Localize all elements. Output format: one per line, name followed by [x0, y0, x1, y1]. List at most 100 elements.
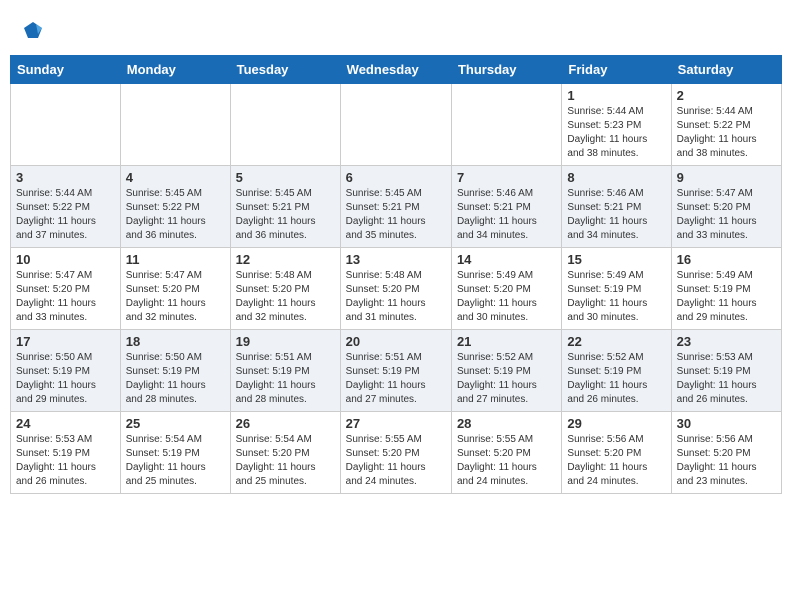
calendar-cell: [120, 84, 230, 166]
column-header-friday: Friday: [562, 56, 671, 84]
day-info: Sunrise: 5:54 AM Sunset: 5:20 PM Dayligh…: [236, 433, 335, 489]
day-number: 9: [677, 170, 776, 185]
calendar-cell: 9 Sunrise: 5:47 AM Sunset: 5:20 PM Daylig…: [671, 166, 781, 248]
calendar-cell: 27 Sunrise: 5:55 AM Sunset: 5:20 PM Dayli…: [340, 412, 451, 494]
day-number: 26: [236, 416, 335, 431]
column-header-monday: Monday: [120, 56, 230, 84]
day-number: 27: [346, 416, 446, 431]
calendar-cell: 12 Sunrise: 5:48 AM Sunset: 5:20 PM Dayli…: [230, 248, 340, 330]
column-header-saturday: Saturday: [671, 56, 781, 84]
calendar-cell: 10 Sunrise: 5:47 AM Sunset: 5:20 PM Dayli…: [11, 248, 121, 330]
day-info: Sunrise: 5:49 AM Sunset: 5:19 PM Dayligh…: [567, 269, 665, 325]
day-info: Sunrise: 5:49 AM Sunset: 5:19 PM Dayligh…: [677, 269, 776, 325]
day-number: 13: [346, 252, 446, 267]
day-number: 29: [567, 416, 665, 431]
day-info: Sunrise: 5:55 AM Sunset: 5:20 PM Dayligh…: [346, 433, 446, 489]
calendar-cell: 7 Sunrise: 5:46 AM Sunset: 5:21 PM Daylig…: [451, 166, 561, 248]
day-info: Sunrise: 5:51 AM Sunset: 5:19 PM Dayligh…: [346, 351, 446, 407]
calendar-week-row: 24 Sunrise: 5:53 AM Sunset: 5:19 PM Dayli…: [11, 412, 782, 494]
day-number: 10: [16, 252, 115, 267]
calendar-cell: 3 Sunrise: 5:44 AM Sunset: 5:22 PM Daylig…: [11, 166, 121, 248]
day-number: 16: [677, 252, 776, 267]
day-number: 30: [677, 416, 776, 431]
calendar-cell: 6 Sunrise: 5:45 AM Sunset: 5:21 PM Daylig…: [340, 166, 451, 248]
calendar-cell: 11 Sunrise: 5:47 AM Sunset: 5:20 PM Dayli…: [120, 248, 230, 330]
calendar-table: SundayMondayTuesdayWednesdayThursdayFrid…: [10, 55, 782, 494]
calendar-week-row: 1 Sunrise: 5:44 AM Sunset: 5:23 PM Daylig…: [11, 84, 782, 166]
day-info: Sunrise: 5:46 AM Sunset: 5:21 PM Dayligh…: [567, 187, 665, 243]
day-number: 1: [567, 88, 665, 103]
calendar-cell: 21 Sunrise: 5:52 AM Sunset: 5:19 PM Dayli…: [451, 330, 561, 412]
calendar-cell: 8 Sunrise: 5:46 AM Sunset: 5:21 PM Daylig…: [562, 166, 671, 248]
calendar-cell: 23Sunrise: 5:53 AM Sunset: 5:19 PM Dayli…: [671, 330, 781, 412]
day-number: 6: [346, 170, 446, 185]
calendar-cell: 22 Sunrise: 5:52 AM Sunset: 5:19 PM Dayli…: [562, 330, 671, 412]
calendar-cell: 4Sunrise: 5:45 AM Sunset: 5:22 PM Daylig…: [120, 166, 230, 248]
day-info: Sunrise: 5:47 AM Sunset: 5:20 PM Dayligh…: [16, 269, 115, 325]
calendar-cell: 24 Sunrise: 5:53 AM Sunset: 5:19 PM Dayli…: [11, 412, 121, 494]
column-header-wednesday: Wednesday: [340, 56, 451, 84]
day-info: Sunrise: 5:48 AM Sunset: 5:20 PM Dayligh…: [236, 269, 335, 325]
day-number: 22: [567, 334, 665, 349]
day-info: Sunrise: 5:44 AM Sunset: 5:22 PM Dayligh…: [16, 187, 115, 243]
day-number: 3: [16, 170, 115, 185]
day-number: 5: [236, 170, 335, 185]
day-info: Sunrise: 5:50 AM Sunset: 5:19 PM Dayligh…: [16, 351, 115, 407]
calendar-week-row: 10 Sunrise: 5:47 AM Sunset: 5:20 PM Dayli…: [11, 248, 782, 330]
calendar-week-row: 3 Sunrise: 5:44 AM Sunset: 5:22 PM Daylig…: [11, 166, 782, 248]
calendar-cell: 26 Sunrise: 5:54 AM Sunset: 5:20 PM Dayli…: [230, 412, 340, 494]
day-number: 11: [126, 252, 225, 267]
calendar-cell: 17 Sunrise: 5:50 AM Sunset: 5:19 PM Dayli…: [11, 330, 121, 412]
calendar-cell: 15 Sunrise: 5:49 AM Sunset: 5:19 PM Dayli…: [562, 248, 671, 330]
calendar-cell: 20 Sunrise: 5:51 AM Sunset: 5:19 PM Dayli…: [340, 330, 451, 412]
day-info: Sunrise: 5:48 AM Sunset: 5:20 PM Dayligh…: [346, 269, 446, 325]
day-number: 17: [16, 334, 115, 349]
column-header-tuesday: Tuesday: [230, 56, 340, 84]
calendar-cell: [230, 84, 340, 166]
day-info: Sunrise: 5:53 AM Sunset: 5:19 PM Dayligh…: [16, 433, 115, 489]
calendar-cell: 16 Sunrise: 5:49 AM Sunset: 5:19 PM Dayli…: [671, 248, 781, 330]
day-number: 20: [346, 334, 446, 349]
day-info: Sunrise: 5:56 AM Sunset: 5:20 PM Dayligh…: [677, 433, 776, 489]
day-number: 18: [126, 334, 225, 349]
day-info: Sunrise: 5:50 AM Sunset: 5:19 PM Dayligh…: [126, 351, 225, 407]
calendar-cell: 13 Sunrise: 5:48 AM Sunset: 5:20 PM Dayli…: [340, 248, 451, 330]
day-info: Sunrise: 5:55 AM Sunset: 5:20 PM Dayligh…: [457, 433, 556, 489]
column-header-sunday: Sunday: [11, 56, 121, 84]
day-number: 24: [16, 416, 115, 431]
day-info: Sunrise: 5:54 AM Sunset: 5:19 PM Dayligh…: [126, 433, 225, 489]
logo: [20, 20, 44, 42]
day-info: Sunrise: 5:56 AM Sunset: 5:20 PM Dayligh…: [567, 433, 665, 489]
day-info: Sunrise: 5:52 AM Sunset: 5:19 PM Dayligh…: [567, 351, 665, 407]
day-info: Sunrise: 5:49 AM Sunset: 5:20 PM Dayligh…: [457, 269, 556, 325]
day-info: Sunrise: 5:44 AM Sunset: 5:23 PM Dayligh…: [567, 105, 665, 161]
day-info: Sunrise: 5:44 AM Sunset: 5:22 PM Dayligh…: [677, 105, 776, 161]
day-number: 14: [457, 252, 556, 267]
day-number: 12: [236, 252, 335, 267]
calendar-cell: 29 Sunrise: 5:56 AM Sunset: 5:20 PM Dayli…: [562, 412, 671, 494]
day-info: Sunrise: 5:45 AM Sunset: 5:21 PM Dayligh…: [236, 187, 335, 243]
day-info: Sunrise: 5:51 AM Sunset: 5:19 PM Dayligh…: [236, 351, 335, 407]
calendar-cell: 14 Sunrise: 5:49 AM Sunset: 5:20 PM Dayli…: [451, 248, 561, 330]
page-header: [10, 10, 782, 47]
calendar-cell: 5 Sunrise: 5:45 AM Sunset: 5:21 PM Daylig…: [230, 166, 340, 248]
day-info: Sunrise: 5:45 AM Sunset: 5:21 PM Dayligh…: [346, 187, 446, 243]
day-info: Sunrise: 5:52 AM Sunset: 5:19 PM Dayligh…: [457, 351, 556, 407]
calendar-week-row: 17 Sunrise: 5:50 AM Sunset: 5:19 PM Dayli…: [11, 330, 782, 412]
day-info: Sunrise: 5:47 AM Sunset: 5:20 PM Dayligh…: [126, 269, 225, 325]
day-number: 7: [457, 170, 556, 185]
day-number: 8: [567, 170, 665, 185]
day-number: 21: [457, 334, 556, 349]
calendar-cell: [451, 84, 561, 166]
day-info: Sunrise: 5:46 AM Sunset: 5:21 PM Dayligh…: [457, 187, 556, 243]
calendar-cell: 18 Sunrise: 5:50 AM Sunset: 5:19 PM Dayli…: [120, 330, 230, 412]
day-info: Sunrise: 5:47 AM Sunset: 5:20 PM Dayligh…: [677, 187, 776, 243]
calendar-cell: 30 Sunrise: 5:56 AM Sunset: 5:20 PM Dayli…: [671, 412, 781, 494]
calendar-cell: 28Sunrise: 5:55 AM Sunset: 5:20 PM Dayli…: [451, 412, 561, 494]
day-number: 15: [567, 252, 665, 267]
day-number: 2: [677, 88, 776, 103]
day-number: 4: [126, 170, 225, 185]
calendar-cell: 2 Sunrise: 5:44 AM Sunset: 5:22 PM Daylig…: [671, 84, 781, 166]
day-info: Sunrise: 5:53 AM Sunset: 5:19 PM Dayligh…: [677, 351, 776, 407]
day-number: 25: [126, 416, 225, 431]
